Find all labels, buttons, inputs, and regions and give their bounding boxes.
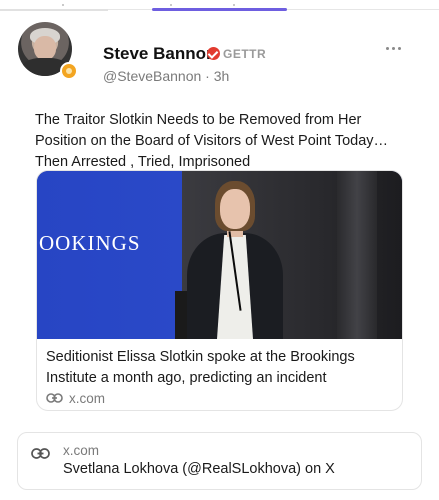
verified-check-icon	[207, 47, 220, 60]
link-icon	[46, 392, 63, 404]
stage-curtain	[337, 171, 377, 339]
link-title[interactable]: Seditionist Elissa Slotkin spoke at the …	[46, 347, 396, 389]
speaker-face	[220, 189, 250, 229]
top-tab-bar	[0, 0, 439, 11]
author-handle[interactable]: @SteveBannon	[103, 68, 201, 84]
more-horizontal-icon[interactable]	[384, 42, 404, 54]
link-preview-card[interactable]: OOKINGS Seditionist Elissa Slotkin spoke…	[36, 170, 403, 411]
avatar-face	[34, 36, 56, 60]
tab-underline-inactive	[0, 9, 108, 11]
gold-badge-icon	[60, 62, 78, 80]
more-dot	[392, 47, 395, 50]
more-dot	[386, 47, 389, 50]
platform-tag: GETTR	[223, 47, 267, 61]
tab-tick	[170, 4, 172, 6]
embed-link-card[interactable]: x.com Svetlana Lokhova (@RealSLokhova) o…	[17, 432, 422, 490]
embed-domain: x.com	[63, 443, 100, 458]
link-preview-image[interactable]: OOKINGS	[37, 171, 402, 339]
more-dot	[398, 47, 401, 50]
post-text: The Traitor Slotkin Needs to be Removed …	[35, 112, 389, 170]
tab-tick	[62, 4, 64, 6]
author-name[interactable]: Steve Bannon	[103, 44, 216, 64]
tab-tick	[233, 4, 235, 6]
tab-active-indicator[interactable]	[152, 8, 287, 11]
handle-line: @SteveBannon · 3h	[103, 68, 229, 84]
link-domain-row: x.com	[46, 390, 105, 406]
link-icon	[31, 447, 50, 465]
link-domain: x.com	[69, 390, 106, 406]
time-separator: ·	[205, 68, 210, 84]
post-time: 3h	[213, 68, 230, 84]
blue-wall: OOKINGS	[37, 171, 182, 339]
embed-title[interactable]: Svetlana Lokhova (@RealSLokhova) on X	[63, 461, 335, 477]
wall-sign-text: OOKINGS	[39, 231, 141, 255]
